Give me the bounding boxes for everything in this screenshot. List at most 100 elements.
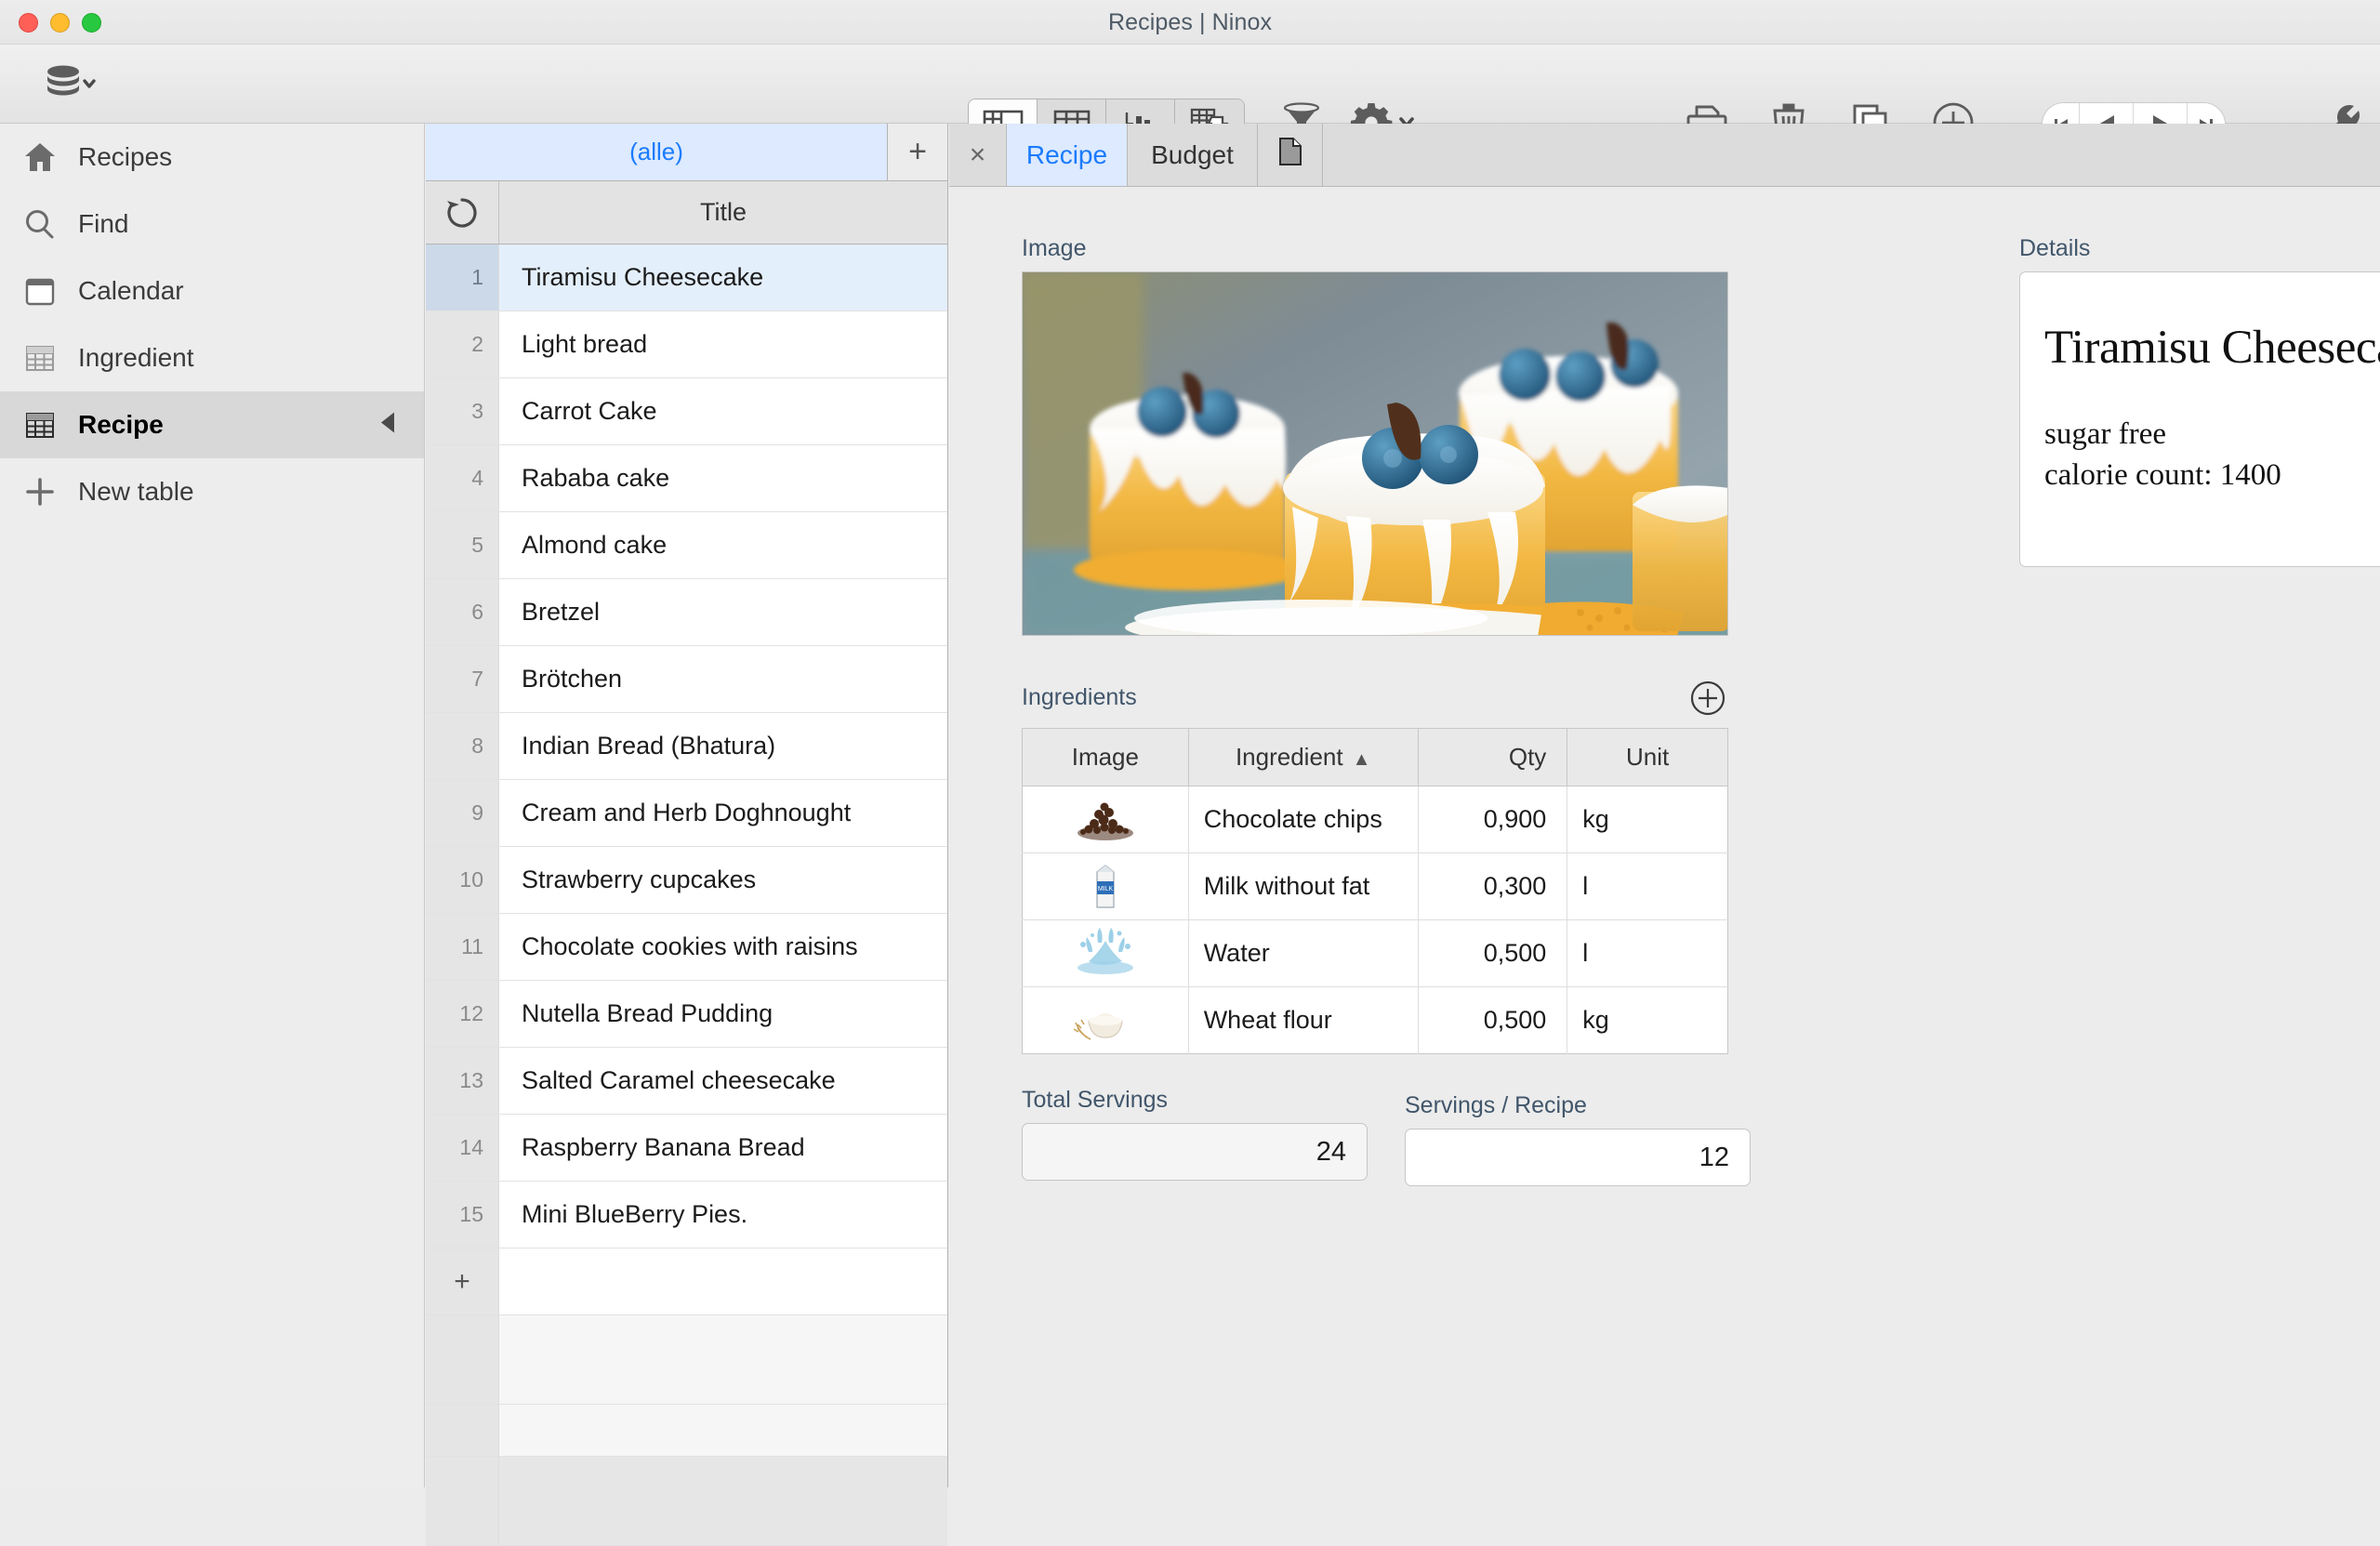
close-record-button[interactable]: × [949,124,1007,186]
table-row[interactable]: 13 Salted Caramel cheesecake [426,1048,947,1115]
record-detail-pane: × Recipe Budget Image Details Tiramisu C… [949,124,2380,1487]
ingredient-image-cell[interactable] [1022,786,1189,853]
ingredient-qty-cell[interactable]: 0,900 [1418,786,1568,853]
row-title-cell[interactable]: Raspberry Banana Bread [499,1115,947,1181]
total-servings-label: Total Servings [1022,1087,1169,1113]
row-title-cell[interactable]: Strawberry cupcakes [499,847,947,913]
empty-filler-row [426,1457,947,1546]
home-icon [22,141,58,173]
ingredient-row[interactable]: MILK Milk without fat 0,300 l [1022,852,1728,920]
table-row[interactable]: 11 Chocolate cookies with raisins [426,914,947,981]
tab-document[interactable] [1258,124,1323,186]
table-row[interactable]: 3 Carrot Cake [426,378,947,445]
table-row[interactable]: 14 Raspberry Banana Bread [426,1115,947,1182]
empty-filler-row [426,1405,947,1457]
table-row[interactable]: 2 Light bread [426,311,947,378]
ingredient-image-cell[interactable] [1022,919,1189,987]
sort-asc-icon: ▲ [1352,749,1371,770]
ingredients-col-ingredient-label: Ingredient [1235,743,1343,771]
ingredient-row[interactable]: Water 0,500 l [1022,919,1728,987]
table-row[interactable]: 9 Cream and Herb Doghnought [426,780,947,847]
ingredient-name-cell[interactable]: Milk without fat [1188,852,1419,920]
refresh-button[interactable] [426,181,499,244]
row-title-cell[interactable]: Light bread [499,311,947,377]
ingredient-row[interactable]: Wheat flour 0,500 kg [1022,986,1728,1054]
table-row[interactable]: 15 Mini BlueBerry Pies. [426,1182,947,1249]
row-title-cell[interactable]: Chocolate cookies with raisins [499,914,947,980]
ingredients-rows: Chocolate chips 0,900 kg MILK Milk without f… [1022,786,1728,1054]
add-ingredient-button[interactable] [1687,678,1728,719]
tab-recipe[interactable]: Recipe [1007,124,1128,186]
add-record-cell[interactable] [499,1249,947,1315]
table-row[interactable]: 10 Strawberry cupcakes [426,847,947,914]
row-title-cell[interactable]: Indian Bread (Bhatura) [499,713,947,779]
total-servings-value[interactable]: 24 [1022,1123,1368,1181]
row-title-cell[interactable]: Cream and Herb Doghnought [499,780,947,846]
row-title-cell[interactable]: Tiramisu Cheesecake [499,244,947,311]
add-record-row[interactable]: + [426,1249,947,1315]
table-row[interactable]: 7 Brötchen [426,646,947,713]
ingredients-field: Ingredients Image Ingredient ▲ Qty Unit [1022,678,1728,1054]
servings-per-recipe-field: Servings / Recipe 12 [1405,1092,1751,1186]
ingredients-col-ingredient[interactable]: Ingredient ▲ [1188,728,1419,786]
row-title-cell[interactable]: Salted Caramel cheesecake [499,1048,947,1114]
row-title-cell[interactable]: Carrot Cake [499,378,947,444]
table-row[interactable]: 8 Indian Bread (Bhatura) [426,713,947,780]
row-title-cell [499,1315,947,1404]
tab-budget[interactable]: Budget [1128,124,1258,186]
ingredient-image-cell[interactable] [1022,986,1189,1054]
sidebar-item-label: Recipe [78,410,164,439]
servings-fields: Total Servings 24 Servings / Recipe 12 [1022,1087,1751,1186]
sidebar-item-find[interactable]: Find [0,191,424,258]
add-view-button[interactable]: + [888,124,947,180]
row-title-cell[interactable]: Bretzel [499,579,947,645]
ingredient-qty-cell[interactable]: 0,500 [1418,919,1568,987]
ingredient-qty-cell[interactable]: 0,300 [1418,852,1568,920]
details-card[interactable]: Tiramisu Cheesecake sugar free calorie c… [2019,271,2380,567]
view-tab-alle[interactable]: (alle) [426,124,888,180]
ingredient-image-cell[interactable]: MILK [1022,852,1189,920]
row-title-cell[interactable]: Almond cake [499,512,947,578]
ingredient-unit-cell[interactable]: kg [1567,786,1728,853]
table-icon [22,342,58,374]
recipe-image-graphic [1023,272,1727,635]
record-list-panel: (alle) + Title 1 Tiramisu Cheesecake 2 Ligh… [426,124,948,1546]
ingredient-unit-cell[interactable]: l [1567,852,1728,920]
add-record-plus-icon[interactable]: + [426,1249,499,1315]
ingredient-name-cell[interactable]: Water [1188,919,1419,987]
ingredients-field-label: Ingredients [1022,684,1137,710]
ingredient-qty-cell[interactable]: 0,500 [1418,986,1568,1054]
row-title-cell[interactable]: Rababa cake [499,445,947,511]
row-number: 15 [426,1182,499,1248]
table-row[interactable]: 12 Nutella Bread Pudding [426,981,947,1048]
calendar-icon [22,275,58,307]
column-header-title[interactable]: Title [499,181,947,244]
row-title-cell[interactable]: Mini BlueBerry Pies. [499,1182,947,1248]
ingredients-col-unit[interactable]: Unit [1567,728,1728,786]
ingredients-col-image[interactable]: Image [1022,728,1189,786]
ingredient-name-cell[interactable]: Wheat flour [1188,986,1419,1054]
table-row[interactable]: 5 Almond cake [426,512,947,579]
ingredient-row[interactable]: Chocolate chips 0,900 kg [1022,786,1728,853]
table-row[interactable]: 4 Rababa cake [426,445,947,512]
database-menu-button[interactable] [26,63,115,106]
servings-per-recipe-value[interactable]: 12 [1405,1129,1751,1186]
ingredient-unit-cell[interactable]: kg [1567,987,1728,1054]
ingredients-col-qty[interactable]: Qty [1418,728,1568,786]
table-row[interactable]: 1 Tiramisu Cheesecake [426,244,947,311]
row-title-cell[interactable]: Nutella Bread Pudding [499,981,947,1047]
ingredient-unit-cell[interactable]: l [1567,919,1728,987]
flour-bowl-thumb [1066,993,1144,1049]
table-row[interactable]: 6 Bretzel [426,579,947,646]
ingredient-name-cell[interactable]: Chocolate chips [1188,786,1419,853]
sidebar-item-ingredient[interactable]: Ingredient [0,324,424,391]
sidebar-item-recipes[interactable]: Recipes [0,124,424,191]
sidebar-item-calendar[interactable]: Calendar [0,258,424,324]
row-number: 14 [426,1115,499,1181]
sidebar-item-recipe[interactable]: Recipe [0,391,424,458]
main-toolbar [0,45,2380,149]
row-number [426,1405,499,1456]
recipe-image[interactable] [1022,271,1728,636]
row-title-cell[interactable]: Brötchen [499,646,947,712]
sidebar-item-new-table[interactable]: New table [0,458,424,525]
